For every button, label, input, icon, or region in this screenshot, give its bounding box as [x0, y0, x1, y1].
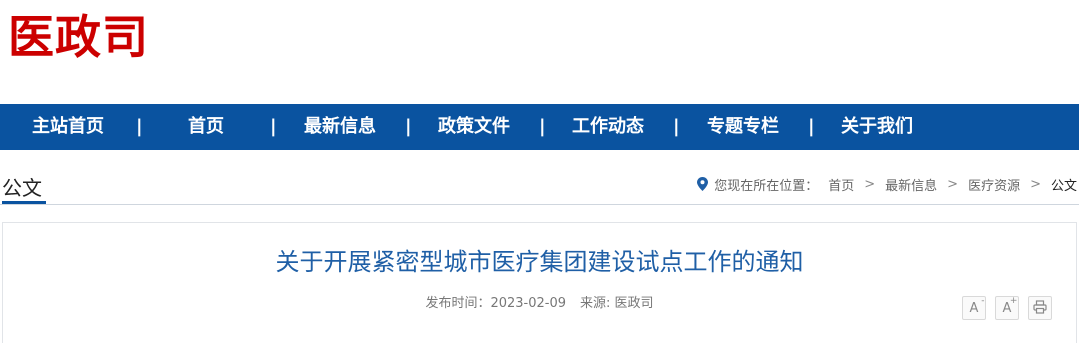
font-decrease-icon: A-: [969, 295, 985, 316]
location-pin-icon: [697, 177, 709, 191]
breadcrumb-separator: >: [1030, 176, 1041, 192]
nav-separator: |: [405, 116, 412, 137]
article-title: 关于开展紧密型城市医疗集团建设试点工作的通知: [275, 248, 804, 276]
font-increase-button[interactable]: A +: [995, 296, 1019, 320]
site-logo[interactable]: 医政司: [8, 10, 149, 64]
section-title: 公文: [2, 176, 42, 200]
nav-item-latest-info[interactable]: 最新信息: [304, 104, 376, 150]
nav-item-work-news[interactable]: 工作动态: [572, 104, 644, 150]
nav-item-home[interactable]: 首页: [188, 104, 224, 150]
nav-item-main-home[interactable]: 主站首页: [32, 104, 104, 150]
source-label: 来源:: [580, 296, 611, 311]
printer-icon: [1033, 299, 1047, 318]
nav-item-policy-docs[interactable]: 政策文件: [438, 104, 510, 150]
source-value: 医政司: [614, 296, 654, 311]
nav-separator: |: [808, 116, 815, 137]
breadcrumb-separator: >: [864, 176, 876, 192]
font-decrease-button[interactable]: A-: [962, 296, 986, 320]
article-card: [2, 222, 1077, 343]
breadcrumb-separator: >: [947, 176, 959, 192]
main-nav: 主站首页 | 首页 | 最新信息 | 政策文件 | 工作动态 | 专题专栏 | …: [0, 104, 1079, 150]
publish-date: 2023-02-09: [490, 296, 567, 311]
nav-separator: |: [673, 116, 680, 137]
breadcrumb-home[interactable]: 首页: [828, 175, 854, 194]
nav-item-about-us[interactable]: 关于我们: [841, 104, 913, 150]
nav-separator: |: [270, 116, 277, 137]
print-button[interactable]: [1028, 296, 1052, 320]
breadcrumb-latest-info[interactable]: 最新信息: [885, 175, 937, 194]
publish-date-label: 发布时间：: [425, 296, 491, 311]
nav-item-special-topics[interactable]: 专题专栏: [707, 104, 779, 150]
breadcrumb-medical-resources[interactable]: 医疗资源: [968, 175, 1020, 194]
article-meta: 发布时间：2023-02-09 来源: 医政司: [0, 294, 1079, 314]
nav-separator: |: [136, 116, 143, 137]
breadcrumb: 您现在所在位置： 首页 > 最新信息 > 医疗资源 > 公文: [697, 172, 1077, 196]
breadcrumb-prefix: 您现在所在位置：: [714, 178, 819, 194]
font-increase-icon: A +: [1002, 295, 1018, 316]
breadcrumb-current[interactable]: 公文: [1051, 175, 1077, 194]
nav-separator: |: [539, 116, 546, 137]
section-divider: [0, 204, 1079, 205]
